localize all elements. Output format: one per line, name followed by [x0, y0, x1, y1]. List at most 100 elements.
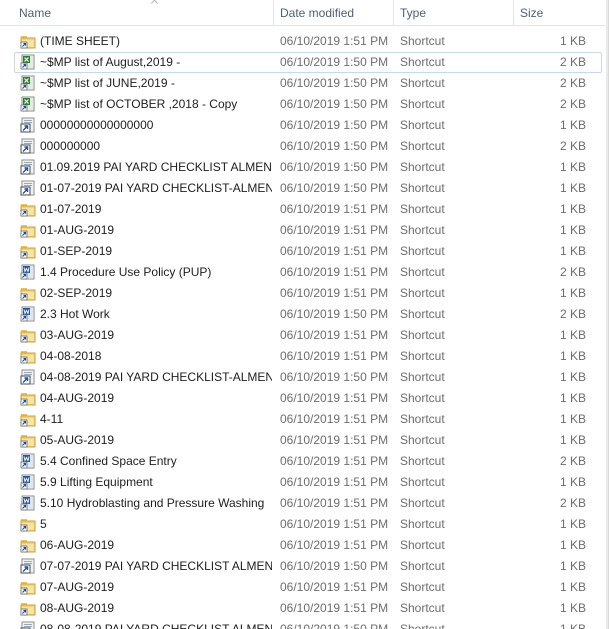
- word-shortcut-icon: [20, 474, 35, 490]
- file-row[interactable]: 00000000000000000 06/10/2019 1:50 PM Short…: [0, 115, 608, 136]
- file-row[interactable]: 5.9 Lifting Equipment 06/10/2019 1:51 PM S…: [0, 472, 608, 493]
- file-name: 04-08-2019 PAI YARD CHECKLIST-ALMEN: [40, 370, 272, 384]
- folder-shortcut-icon: [20, 435, 36, 448]
- file-row[interactable]: 04-08-2018 06/10/2019 1:51 PM Shortcut 1 KB: [0, 346, 608, 367]
- file-row[interactable]: 5.10 Hydroblasting and Pressure Washing 0…: [0, 493, 608, 514]
- file-type: Shortcut: [400, 118, 445, 132]
- file-row[interactable]: 5 06/10/2019 1:51 PM Shortcut 1 KB: [0, 514, 608, 535]
- generic-shortcut-icon: [20, 117, 35, 133]
- file-row[interactable]: 01.09.2019 PAI YARD CHECKLIST ALMEN 06/10…: [0, 157, 608, 178]
- file-row[interactable]: ~$MP list of OCTOBER ,2018 - Copy 06/10/2…: [0, 94, 608, 115]
- file-type: Shortcut: [400, 580, 445, 594]
- column-header-size-label: Size: [520, 6, 544, 20]
- column-header-date-modified[interactable]: Date modified: [274, 0, 394, 25]
- file-type: Shortcut: [400, 496, 445, 510]
- file-row[interactable]: ~$MP list of August,2019 - 06/10/2019 1:5…: [0, 52, 608, 73]
- file-row[interactable]: 07-07-2019 PAI YARD CHECKLIST ALMEN 06/10…: [0, 556, 608, 577]
- file-type: Shortcut: [400, 475, 445, 489]
- file-type: Shortcut: [400, 559, 445, 573]
- file-date-modified: 06/10/2019 1:50 PM: [280, 622, 389, 629]
- file-size: 1 KB: [559, 202, 586, 216]
- file-type: Shortcut: [400, 601, 445, 615]
- column-header-bar: Name Date modified Type Size: [0, 0, 608, 26]
- file-row[interactable]: 01-SEP-2019 06/10/2019 1:51 PM Shortcut 1 K…: [0, 241, 608, 262]
- file-name: 5: [40, 517, 47, 531]
- file-date-modified: 06/10/2019 1:50 PM: [280, 76, 389, 90]
- file-name: 2.3 Hot Work: [40, 307, 110, 321]
- file-date-modified: 06/10/2019 1:51 PM: [280, 475, 389, 489]
- file-name: 08-08-2019 PAI YARD CHECKLIST ALMEN: [40, 622, 272, 629]
- file-name: 5.4 Confined Space Entry: [40, 454, 177, 468]
- folder-shortcut-icon: [20, 603, 36, 616]
- file-row[interactable]: 07-AUG-2019 06/10/2019 1:51 PM Shortcut 1 K…: [0, 577, 608, 598]
- file-type: Shortcut: [400, 433, 445, 447]
- file-size: 1 KB: [559, 391, 586, 405]
- file-date-modified: 06/10/2019 1:50 PM: [280, 139, 389, 153]
- file-row[interactable]: 08-AUG-2019 06/10/2019 1:51 PM Shortcut 1 K…: [0, 598, 608, 619]
- file-row[interactable]: 5.4 Confined Space Entry 06/10/2019 1:51 …: [0, 451, 608, 472]
- file-size: 1 KB: [559, 181, 586, 195]
- column-header-size[interactable]: Size: [514, 0, 594, 25]
- file-date-modified: 06/10/2019 1:50 PM: [280, 181, 389, 195]
- file-name: 02-SEP-2019: [40, 286, 113, 300]
- file-size: 1 KB: [559, 559, 586, 573]
- file-row[interactable]: 04-08-2019 PAI YARD CHECKLIST-ALMEN 06/10…: [0, 367, 608, 388]
- file-name: 1.4 Procedure Use Policy (PUP): [40, 265, 212, 279]
- file-row[interactable]: 01-07-2019 06/10/2019 1:51 PM Shortcut 1 KB: [0, 199, 608, 220]
- excel-shortcut-icon: [20, 96, 35, 112]
- file-date-modified: 06/10/2019 1:51 PM: [280, 34, 389, 48]
- file-date-modified: 06/10/2019 1:51 PM: [280, 286, 389, 300]
- file-size: 1 KB: [559, 223, 586, 237]
- file-row[interactable]: (TIME SHEET) 06/10/2019 1:51 PM Shortcut 1 …: [0, 31, 608, 52]
- file-size: 1 KB: [559, 622, 586, 629]
- word-shortcut-icon: [20, 495, 35, 511]
- file-date-modified: 06/10/2019 1:51 PM: [280, 433, 389, 447]
- file-row[interactable]: 000000000 06/10/2019 1:50 PM Shortcut 2 KB: [0, 136, 608, 157]
- file-date-modified: 06/10/2019 1:51 PM: [280, 349, 389, 363]
- file-date-modified: 06/10/2019 1:51 PM: [280, 202, 389, 216]
- column-header-name[interactable]: Name: [13, 0, 274, 25]
- file-row[interactable]: 06-AUG-2019 06/10/2019 1:51 PM Shortcut 1 K…: [0, 535, 608, 556]
- file-row[interactable]: 01-07-2019 PAI YARD CHECKLIST-ALMEN. 06/1…: [0, 178, 608, 199]
- file-row[interactable]: 05-AUG-2019 06/10/2019 1:51 PM Shortcut 1 K…: [0, 430, 608, 451]
- file-size: 1 KB: [559, 349, 586, 363]
- column-header-date-label: Date modified: [280, 6, 355, 20]
- file-row[interactable]: 2.3 Hot Work 06/10/2019 1:50 PM Shortcut 2 …: [0, 304, 608, 325]
- file-row[interactable]: 04-AUG-2019 06/10/2019 1:51 PM Shortcut 1 K…: [0, 388, 608, 409]
- folder-shortcut-icon: [20, 246, 36, 259]
- file-row[interactable]: 03-AUG-2019 06/10/2019 1:51 PM Shortcut 1 K…: [0, 325, 608, 346]
- file-size: 2 KB: [559, 139, 586, 153]
- file-name: ~$MP list of OCTOBER ,2018 - Copy: [40, 97, 238, 111]
- file-row[interactable]: 4-11 06/10/2019 1:51 PM Shortcut 1 KB: [0, 409, 608, 430]
- folder-shortcut-icon: [20, 225, 36, 238]
- file-type: Shortcut: [400, 139, 445, 153]
- file-date-modified: 06/10/2019 1:50 PM: [280, 118, 389, 132]
- file-name: 04-08-2018: [40, 349, 102, 363]
- file-name: 5.10 Hydroblasting and Pressure Washing: [40, 496, 265, 510]
- file-date-modified: 06/10/2019 1:50 PM: [280, 559, 389, 573]
- file-list-view: Name Date modified Type Size (TIME SHEET…: [0, 0, 609, 629]
- file-type: Shortcut: [400, 391, 445, 405]
- file-row[interactable]: 02-SEP-2019 06/10/2019 1:51 PM Shortcut 1 K…: [0, 283, 608, 304]
- column-header-type[interactable]: Type: [394, 0, 514, 25]
- file-row[interactable]: 1.4 Procedure Use Policy (PUP) 06/10/2019…: [0, 262, 608, 283]
- file-name: ~$MP list of JUNE,2019 -: [40, 76, 175, 90]
- file-type: Shortcut: [400, 55, 445, 69]
- file-type: Shortcut: [400, 160, 445, 174]
- file-type: Shortcut: [400, 76, 445, 90]
- generic-shortcut-icon: [20, 138, 35, 154]
- excel-shortcut-icon: [20, 54, 35, 70]
- file-row[interactable]: ~$MP list of JUNE,2019 - 06/10/2019 1:50 …: [0, 73, 608, 94]
- file-type: Shortcut: [400, 538, 445, 552]
- file-date-modified: 06/10/2019 1:51 PM: [280, 580, 389, 594]
- file-size: 1 KB: [559, 370, 586, 384]
- file-type: Shortcut: [400, 202, 445, 216]
- file-row[interactable]: 01-AUG-2019 06/10/2019 1:51 PM Shortcut 1 K…: [0, 220, 608, 241]
- file-row[interactable]: 08-08-2019 PAI YARD CHECKLIST ALMEN 06/10…: [0, 619, 608, 629]
- file-name: 07-07-2019 PAI YARD CHECKLIST ALMEN: [40, 559, 272, 573]
- scrollbar-edge[interactable]: [606, 0, 608, 629]
- file-type: Shortcut: [400, 223, 445, 237]
- file-size: 1 KB: [559, 118, 586, 132]
- file-name: 01-SEP-2019: [40, 244, 113, 258]
- file-type: Shortcut: [400, 286, 445, 300]
